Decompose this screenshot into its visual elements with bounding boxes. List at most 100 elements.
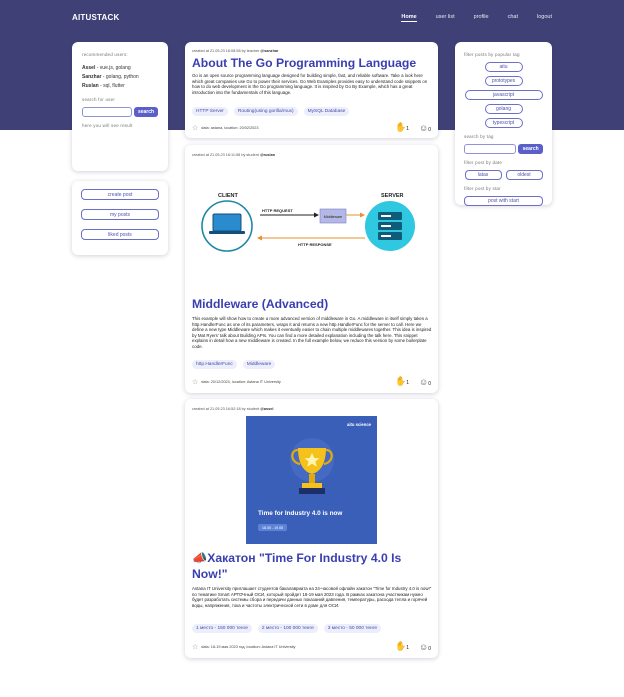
tags-heading: filter posts by popular tag bbox=[464, 52, 520, 57]
nav-links: Home user list profile chat logout bbox=[401, 14, 552, 22]
recommended-users-list: Assel - vue.js, golang Sanzhar - golang,… bbox=[82, 64, 158, 91]
post-date-location: data: astana, location: 20/02/2023 bbox=[201, 126, 259, 130]
post-tag[interactable]: 1 место - 150 000 тенге bbox=[192, 624, 252, 633]
post-date-location: data: 20/12/2024, location: Astana IT Un… bbox=[201, 380, 281, 384]
post-card: created at 21.05.23 16:52:18 by student … bbox=[185, 399, 438, 658]
user-item[interactable]: Assel - vue.js, golang bbox=[82, 64, 158, 73]
star-icon[interactable]: ☆ bbox=[192, 124, 198, 132]
nav-home[interactable]: Home bbox=[401, 14, 417, 22]
post-tag[interactable]: HTTP Server bbox=[192, 107, 228, 116]
post-body: Astana IT University приглашает студенто… bbox=[192, 586, 432, 608]
post-author[interactable]: @assel bbox=[260, 407, 273, 411]
nav-user-list[interactable]: user list bbox=[436, 14, 455, 22]
post-author-role: student bbox=[246, 153, 259, 157]
emoji-reaction[interactable]: ☺0 bbox=[419, 642, 431, 652]
star-icon[interactable]: ☆ bbox=[192, 643, 198, 651]
nav-profile[interactable]: profile bbox=[474, 14, 489, 22]
like-reaction[interactable]: ✋1 bbox=[395, 376, 409, 387]
tag-button[interactable]: javascript bbox=[464, 90, 543, 100]
post-title[interactable]: About The Go Programming Language bbox=[192, 55, 416, 71]
post-card: created at 21.05.23 16:11:58 by student … bbox=[185, 145, 438, 393]
recommended-users-heading: recommended users: bbox=[82, 52, 128, 57]
post-tags: 1 место - 150 000 тенге 2 место - 100 00… bbox=[192, 624, 381, 633]
popular-tags: aitu prototypes javascript golang typesc… bbox=[464, 62, 543, 128]
recommended-users-card: recommended users: Assel - vue.js, golan… bbox=[72, 42, 168, 171]
search-user-result: here you will see result bbox=[82, 123, 133, 128]
post-tag[interactable]: Routing(using gorilla/mux) bbox=[233, 107, 298, 116]
brand-logo[interactable]: AITUSTACK bbox=[72, 13, 119, 22]
star-icon[interactable]: ☆ bbox=[192, 378, 198, 386]
middleware-label: Middleware bbox=[324, 215, 342, 219]
tag-button[interactable]: golang bbox=[484, 104, 523, 114]
post-tag[interactable]: 2 место - 100 000 тенге bbox=[257, 624, 318, 633]
emoji-reaction[interactable]: ☺0 bbox=[419, 377, 431, 387]
star-filter-heading: filter post by star bbox=[464, 186, 501, 191]
post-tag[interactable]: http.HandlerFunc bbox=[192, 360, 237, 369]
like-reaction[interactable]: ✋1 bbox=[395, 122, 409, 133]
user-skills: - golang, python bbox=[102, 74, 139, 80]
http-request-label: HTTP REQUEST bbox=[262, 208, 293, 213]
middleware-diagram: CLIENT SERVER HTTP REQUEST Middleware HT… bbox=[201, 193, 415, 252]
post-created-at: created at 21.05.23 16:52:18 by bbox=[192, 407, 246, 411]
tag-button[interactable]: aitu bbox=[484, 62, 523, 72]
aitu-science-logo: aitu science bbox=[347, 422, 371, 427]
post-date-location: data: 18-19 мая 2023 год, location: Asta… bbox=[201, 645, 296, 649]
clap-icon: ✋ bbox=[395, 122, 407, 132]
star-filter-button[interactable]: post with start bbox=[464, 196, 543, 206]
user-skills: - vue.js, golang bbox=[96, 65, 131, 71]
post-footer: ☆ data: 18-19 мая 2023 год, location: As… bbox=[192, 643, 295, 651]
latest-filter-button[interactable]: latas bbox=[464, 170, 502, 180]
user-name: Ruslan bbox=[82, 83, 99, 89]
client-label: CLIENT bbox=[218, 193, 239, 199]
post-tags: http.HandlerFunc Middleware bbox=[192, 360, 276, 369]
hackathon-poster: aitu science Time for Industry 4.0 is no… bbox=[246, 416, 377, 544]
post-tags: HTTP Server Routing(using gorilla/mux) M… bbox=[192, 107, 350, 116]
liked-posts-button[interactable]: liked posts bbox=[81, 229, 159, 240]
post-author[interactable]: @sanzhar bbox=[260, 49, 278, 53]
post-meta: created at 21.05.23 16:52:18 by student … bbox=[192, 407, 273, 411]
search-tag-button[interactable]: search bbox=[518, 144, 543, 154]
smiley-icon: ☺ bbox=[419, 122, 429, 133]
post-title[interactable]: 📣Хакатон "Time For Industry 4.0 Is Now!" bbox=[192, 550, 422, 582]
post-body: This example will show how to create a m… bbox=[192, 316, 432, 349]
search-tag-input[interactable] bbox=[464, 144, 517, 154]
oldest-filter-button[interactable]: oldest bbox=[505, 170, 543, 180]
like-reaction[interactable]: ✋1 bbox=[395, 641, 409, 652]
post-reactions: ✋1 ☺0 bbox=[395, 122, 431, 133]
smiley-icon: ☺ bbox=[419, 376, 429, 387]
post-meta: created at 21.05.23 16:08:58 by teacher … bbox=[192, 49, 278, 53]
like-count: 1 bbox=[406, 645, 410, 651]
date-filter-heading: filter post by date bbox=[464, 160, 503, 165]
emoji-count: 0 bbox=[428, 645, 431, 652]
search-user-button[interactable]: search bbox=[134, 107, 158, 117]
emoji-reaction[interactable]: ☺0 bbox=[419, 123, 431, 133]
post-tag[interactable]: Middleware bbox=[242, 360, 276, 369]
emoji-count: 0 bbox=[428, 126, 431, 133]
post-created-at: created at 21.05.23 16:11:58 by bbox=[192, 153, 246, 157]
post-footer: ☆ data: astana, location: 20/02/2023 bbox=[192, 124, 259, 132]
user-name: Assel bbox=[82, 65, 96, 71]
clap-icon: ✋ bbox=[395, 641, 407, 651]
post-title[interactable]: Middleware (Advanced) bbox=[192, 296, 328, 312]
my-posts-button[interactable]: my posts bbox=[81, 209, 159, 220]
search-user-input[interactable] bbox=[82, 107, 132, 117]
post-tag[interactable]: 3 место - 50 000 тенге bbox=[323, 624, 381, 633]
post-author[interactable]: @ruslan bbox=[260, 153, 275, 157]
server-icon bbox=[378, 212, 402, 240]
clap-icon: ✋ bbox=[395, 376, 407, 386]
post-tag[interactable]: MySQL Database bbox=[303, 107, 350, 116]
user-item[interactable]: Sanzhar - golang, python bbox=[82, 73, 158, 82]
create-post-button[interactable]: create post bbox=[81, 189, 159, 200]
tag-button[interactable]: prototypes bbox=[484, 76, 523, 86]
user-name: Sanzhar bbox=[82, 74, 102, 80]
post-reactions: ✋1 ☺0 bbox=[395, 376, 431, 387]
post-reactions: ✋1 ☺0 bbox=[395, 641, 431, 652]
tag-button[interactable]: typescript bbox=[484, 118, 523, 128]
nav-logout[interactable]: logout bbox=[537, 14, 552, 22]
user-item[interactable]: Ruslan - sql, flutter bbox=[82, 82, 158, 91]
poster-dates: 18.05 - 19.05 bbox=[258, 524, 288, 531]
search-user-label: search for user bbox=[82, 97, 116, 102]
nav-chat[interactable]: chat bbox=[508, 14, 518, 22]
post-footer: ☆ data: 20/12/2024, location: Astana IT … bbox=[192, 378, 281, 386]
megaphone-icon: 📣 bbox=[192, 551, 208, 565]
